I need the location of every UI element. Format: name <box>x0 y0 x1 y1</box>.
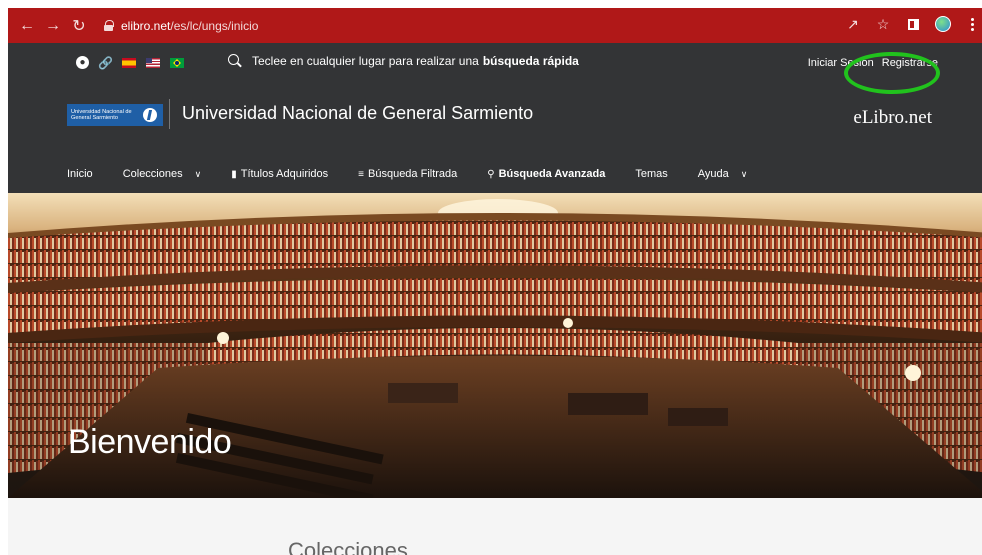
register-link[interactable]: Registrarse <box>882 57 938 69</box>
lock-icon <box>104 20 114 31</box>
menu-button[interactable] <box>964 14 982 34</box>
quick-search[interactable]: Teclee en cualquier lugar para realizar … <box>228 54 579 68</box>
quick-search-bold: búsqueda rápida <box>482 54 579 68</box>
accessibility-icon[interactable]: ● <box>76 56 89 69</box>
main-content: Colecciones <box>8 498 982 555</box>
url-path: /es/lc/ungs/inicio <box>170 18 259 33</box>
nav-label: Ayuda <box>697 168 729 180</box>
nav-label: Inicio <box>67 168 93 180</box>
reload-button[interactable]: ↻ <box>68 15 90 37</box>
quick-search-text: Teclee en cualquier lugar para realizar … <box>252 54 479 68</box>
share-icon[interactable]: ↗ <box>844 14 862 34</box>
auth-links: Iniciar Sesión Registrarse <box>808 57 938 69</box>
nav-label: Búsqueda Avanzada <box>498 168 606 180</box>
link-icon[interactable]: 🔗 <box>98 56 113 70</box>
nav-label: Búsqueda Filtrada <box>368 168 458 180</box>
logo-mark-icon <box>143 108 157 122</box>
portuguese-flag-icon[interactable] <box>170 57 184 68</box>
filter-sliders-icon: ≡ <box>358 168 364 180</box>
profile-button[interactable] <box>934 14 952 34</box>
nav-label: Temas <box>635 168 668 180</box>
forward-button[interactable]: → <box>42 15 64 37</box>
language-selector: ● 🔗 <box>76 56 184 70</box>
nav-colecciones[interactable]: Colecciones ∨ <box>123 168 202 180</box>
logo-text: Universidad Nacional de General Sarmient… <box>71 109 132 121</box>
nav-titulos-adquiridos[interactable]: ▮ Títulos Adquiridos <box>231 168 328 180</box>
nav-ayuda[interactable]: Ayuda ∨ <box>698 168 748 180</box>
back-button[interactable]: ← <box>16 15 38 37</box>
chevron-down-icon: ∨ <box>194 168 202 179</box>
site-header: ● 🔗 Teclee en cualquier lugar para reali… <box>8 43 982 193</box>
browser-toolbar: ← → ↻ elibro.net /es/lc/ungs/inicio ↗ ☆ <box>8 8 982 43</box>
brand-divider <box>169 99 170 129</box>
elibro-logo[interactable]: eLibro.net <box>853 107 932 129</box>
brand-bar: Universidad Nacional de General Sarmient… <box>8 83 982 153</box>
top-utility-bar: ● 🔗 Teclee en cualquier lugar para reali… <box>8 43 982 94</box>
spanish-flag-icon[interactable] <box>122 57 136 68</box>
sidepanel-button[interactable] <box>904 14 922 34</box>
english-flag-icon[interactable] <box>146 57 160 68</box>
address-bar[interactable]: elibro.net /es/lc/ungs/inicio <box>104 15 258 37</box>
nav-label: Colecciones <box>122 168 183 180</box>
profile-icon <box>935 16 951 32</box>
nav-inicio[interactable]: Inicio <box>67 168 93 180</box>
page-frame: ← → ↻ elibro.net /es/lc/ungs/inicio ↗ ☆ … <box>8 8 982 555</box>
login-link[interactable]: Iniciar Sesión <box>808 57 874 69</box>
hero-banner: Bienvenido <box>8 193 982 498</box>
browser-actions: ↗ ☆ <box>844 14 982 34</box>
section-title: Colecciones <box>288 538 408 555</box>
search-icon <box>228 54 242 68</box>
url-host: elibro.net <box>121 18 171 33</box>
nav-label: Títulos Adquiridos <box>240 168 329 180</box>
search-icon: ⚲ <box>487 168 495 180</box>
university-name: Universidad Nacional de General Sarmient… <box>182 103 534 123</box>
star-icon[interactable]: ☆ <box>874 14 892 34</box>
main-navigation: Inicio Colecciones ∨ ▮ Títulos Adquirido… <box>8 155 982 193</box>
nav-busqueda-filtrada[interactable]: ≡ Búsqueda Filtrada <box>358 168 457 180</box>
chevron-down-icon: ∨ <box>740 168 748 179</box>
sidepanel-icon <box>907 18 919 30</box>
book-icon: ▮ <box>231 168 237 180</box>
hero-title: Bienvenido <box>68 423 232 461</box>
university-logo[interactable]: Universidad Nacional de General Sarmient… <box>67 104 163 126</box>
nav-busqueda-avanzada[interactable]: ⚲ Búsqueda Avanzada <box>487 168 605 180</box>
nav-temas[interactable]: Temas <box>635 168 667 180</box>
kebab-icon <box>971 17 975 31</box>
